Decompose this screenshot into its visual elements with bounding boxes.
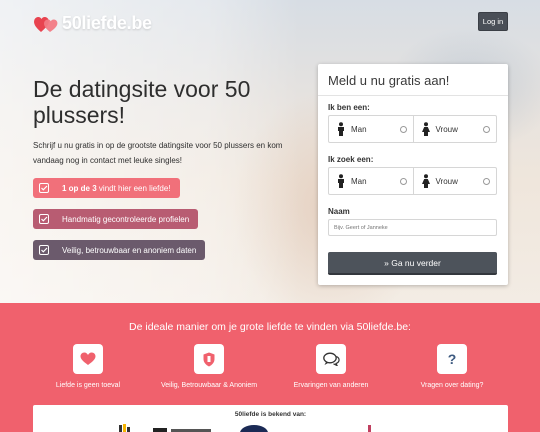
seeking-option-woman[interactable]: Vrouw [412, 168, 497, 194]
seeking-option-man[interactable]: Man [329, 168, 413, 194]
radio-button[interactable] [483, 178, 490, 185]
radio-button[interactable] [399, 178, 407, 185]
site-header: 50liefde.be Log in [0, 0, 540, 44]
benefit-icon-box: ? [437, 344, 467, 374]
woman-icon [421, 122, 430, 136]
gender-choice-row: Man Vrouw [328, 115, 497, 143]
radio-button[interactable] [483, 126, 490, 133]
man-label: Man [351, 124, 367, 134]
continue-button[interactable]: » Ga nu verder [328, 252, 497, 275]
benefit-label: Veilig, Betrouwbaar & Anoniem [160, 382, 258, 389]
known-from-section: 50liefde is bekend van: [33, 405, 508, 432]
man-label: Man [351, 176, 367, 186]
benefit-icon-box [73, 344, 103, 374]
media-logo [240, 425, 268, 432]
seeking-choice-row: Man Vrouw [328, 167, 497, 195]
checkbox-icon [38, 245, 49, 256]
woman-label: Vrouw [435, 124, 458, 134]
gender-option-man[interactable]: Man [329, 116, 413, 142]
woman-label: Vrouw [435, 176, 458, 186]
checkbox-icon [38, 214, 49, 225]
feature-text: Handmatig gecontroleerde profielen [62, 214, 190, 224]
gender-option-woman[interactable]: Vrouw [412, 116, 497, 142]
question-icon: ? [447, 351, 457, 367]
seeking-label: Ik zoek een: [328, 155, 374, 164]
benefit-label: Vragen over dating? [420, 382, 484, 389]
radio-button[interactable] [399, 126, 407, 133]
signup-form: Meld u nu gratis aan! Ik ben een: Man Vr… [318, 64, 508, 285]
login-button[interactable]: Log in [478, 12, 508, 31]
known-from-title: 50liefde is bekend van: [234, 411, 307, 418]
media-logo [153, 428, 211, 432]
woman-icon [421, 174, 430, 188]
benefits-title: De ideale manier om je grote liefde te v… [129, 321, 411, 333]
feature-text: Veilig, betrouwbaar en anoniem daten [62, 245, 197, 255]
checkbox-icon [38, 183, 49, 194]
media-logo [119, 424, 130, 432]
chat-bubbles-icon [322, 352, 340, 366]
feature-badge-safe: Veilig, betrouwbaar en anoniem daten [33, 240, 206, 260]
form-divider [318, 95, 508, 96]
name-input[interactable] [328, 219, 497, 236]
site-logo[interactable]: 50liefde.be [33, 12, 152, 34]
shield-icon [203, 352, 215, 366]
i-am-label: Ik ben een: [328, 103, 370, 112]
name-label: Naam [328, 207, 350, 216]
benefit-item[interactable]: ? Vragen over dating? [382, 344, 522, 389]
feature-bold-text: 1 op de 3 [62, 183, 97, 193]
hero-title: De datingsite voor 50 plussers! [33, 76, 251, 128]
benefit-label: Liefde is geen toeval [55, 382, 121, 389]
hero-subtitle: Schrijf u nu gratis in op de grootste da… [33, 141, 283, 165]
man-icon [338, 122, 344, 136]
benefit-item[interactable]: Veilig, Betrouwbaar & Anoniem [139, 344, 279, 389]
feature-text: vindt hier een liefde! [96, 183, 171, 193]
benefit-icon-box [316, 344, 346, 374]
benefit-label: Ervaringen van anderen [293, 382, 369, 389]
media-logo [368, 425, 371, 432]
logo-text: 50liefde.be [62, 12, 152, 33]
benefit-item[interactable]: Ervaringen van anderen [261, 344, 401, 389]
man-icon [338, 174, 344, 188]
benefit-icon-box [194, 344, 224, 374]
feature-badge-love: 1 op de 3 vindt hier een liefde! [33, 178, 180, 198]
heart-icon [80, 352, 96, 365]
hearts-logo-icon [34, 16, 58, 32]
form-title: Meld u nu gratis aan! [328, 73, 450, 88]
benefit-item[interactable]: Liefde is geen toeval [18, 344, 158, 389]
feature-badge-verified: Handmatig gecontroleerde profielen [33, 209, 199, 229]
